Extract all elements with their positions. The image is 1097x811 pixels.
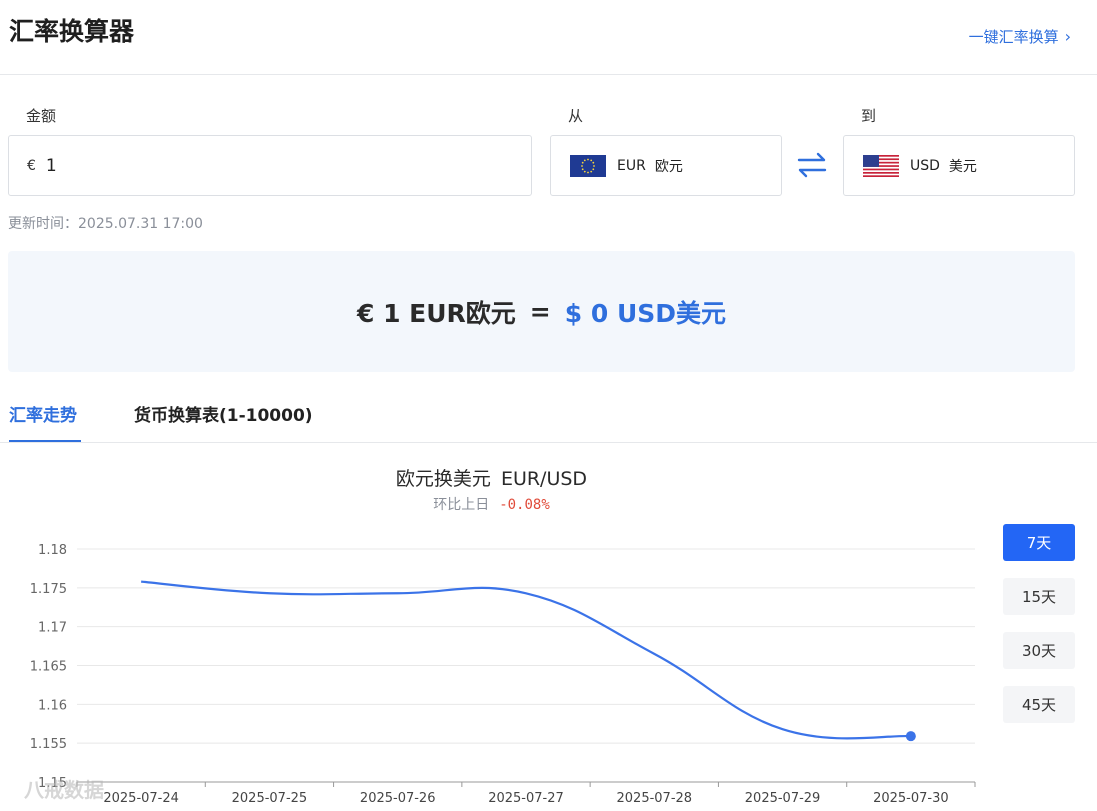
x-tick-label: 2025-07-28 (617, 791, 693, 806)
y-tick-label: 1.15 (38, 776, 67, 791)
tab-bar: 汇率走势 货币换算表(1-10000) (0, 383, 1097, 443)
change-value: -0.08% (499, 497, 550, 513)
tab-rate-trend[interactable]: 汇率走势 (9, 401, 81, 442)
x-tick-label: 2025-07-30 (873, 791, 949, 806)
x-tick-label: 2025-07-27 (488, 791, 564, 806)
currency-symbol: € (27, 157, 36, 174)
to-label: 到 (861, 107, 877, 125)
from-label: 从 (568, 107, 584, 125)
range-button-45d[interactable]: 45天 (1003, 686, 1075, 723)
range-button-30d[interactable]: 30天 (1003, 632, 1075, 669)
conversion-result: € 1 EUR欧元 = $ 0 USD美元 (8, 251, 1075, 372)
range-button-15d[interactable]: 15天 (1003, 578, 1075, 615)
quick-convert-label: 一键汇率换算 (968, 28, 1059, 46)
result-target: $ 0 USD美元 (564, 298, 727, 328)
x-tick-label: 2025-07-24 (103, 791, 179, 806)
x-tick-label: 2025-07-29 (745, 791, 821, 806)
to-currency-name: 美元 (948, 158, 977, 175)
x-tick-label: 2025-07-26 (360, 791, 436, 806)
range-button-7d[interactable]: 7天 (1003, 524, 1075, 561)
series-line (141, 580, 911, 740)
last-point-marker (905, 731, 916, 742)
quick-convert-link[interactable]: 一键汇率换算 › (969, 26, 1071, 47)
amount-value: 1 (45, 155, 57, 176)
to-currency-select[interactable]: USD 美元 (843, 135, 1075, 196)
update-time: 更新时间：2025.07.31 17:00 (8, 216, 203, 232)
chart-pair: EUR/USD (500, 468, 588, 490)
y-tick-label: 1.155 (30, 737, 67, 752)
eu-flag-icon (570, 154, 606, 177)
us-flag-icon (863, 154, 899, 177)
y-tick-label: 1.16 (38, 698, 67, 713)
chart-title: 欧元换美元 EUR/USD (0, 464, 983, 491)
page-header: 汇率换算器 一键汇率换算 › (0, 0, 1097, 75)
from-currency-code: EUR (617, 157, 646, 174)
y-tick-label: 1.175 (30, 582, 67, 597)
chart-change: 环比上日 -0.08% (0, 494, 983, 514)
chart-title-text: 欧元换美元 (395, 468, 491, 490)
chevron-right-icon: › (1064, 27, 1071, 46)
y-tick-label: 1.165 (30, 660, 67, 675)
change-label: 环比上日 (433, 497, 490, 513)
from-currency-name: 欧元 (654, 158, 683, 175)
swap-currencies-icon[interactable] (795, 148, 829, 182)
tab-conversion-table[interactable]: 货币换算表(1-10000) (134, 401, 313, 426)
result-source: € 1 EUR欧元 (356, 298, 516, 328)
page-title: 汇率换算器 (9, 17, 135, 46)
y-tick-label: 1.18 (38, 543, 67, 558)
amount-input[interactable]: € 1 (8, 135, 532, 196)
y-tick-label: 1.17 (38, 621, 67, 636)
result-equals: = (529, 297, 551, 326)
rate-trend-chart: 1.15 1.155 1.16 1.165 1.17 1.175 1.18 2025-07-2… (30, 543, 976, 806)
x-tick-label: 2025-07-25 (232, 791, 308, 806)
amount-label: 金额 (26, 107, 57, 125)
from-currency-select[interactable]: EUR 欧元 (550, 135, 782, 196)
to-currency-code: USD (910, 157, 940, 174)
